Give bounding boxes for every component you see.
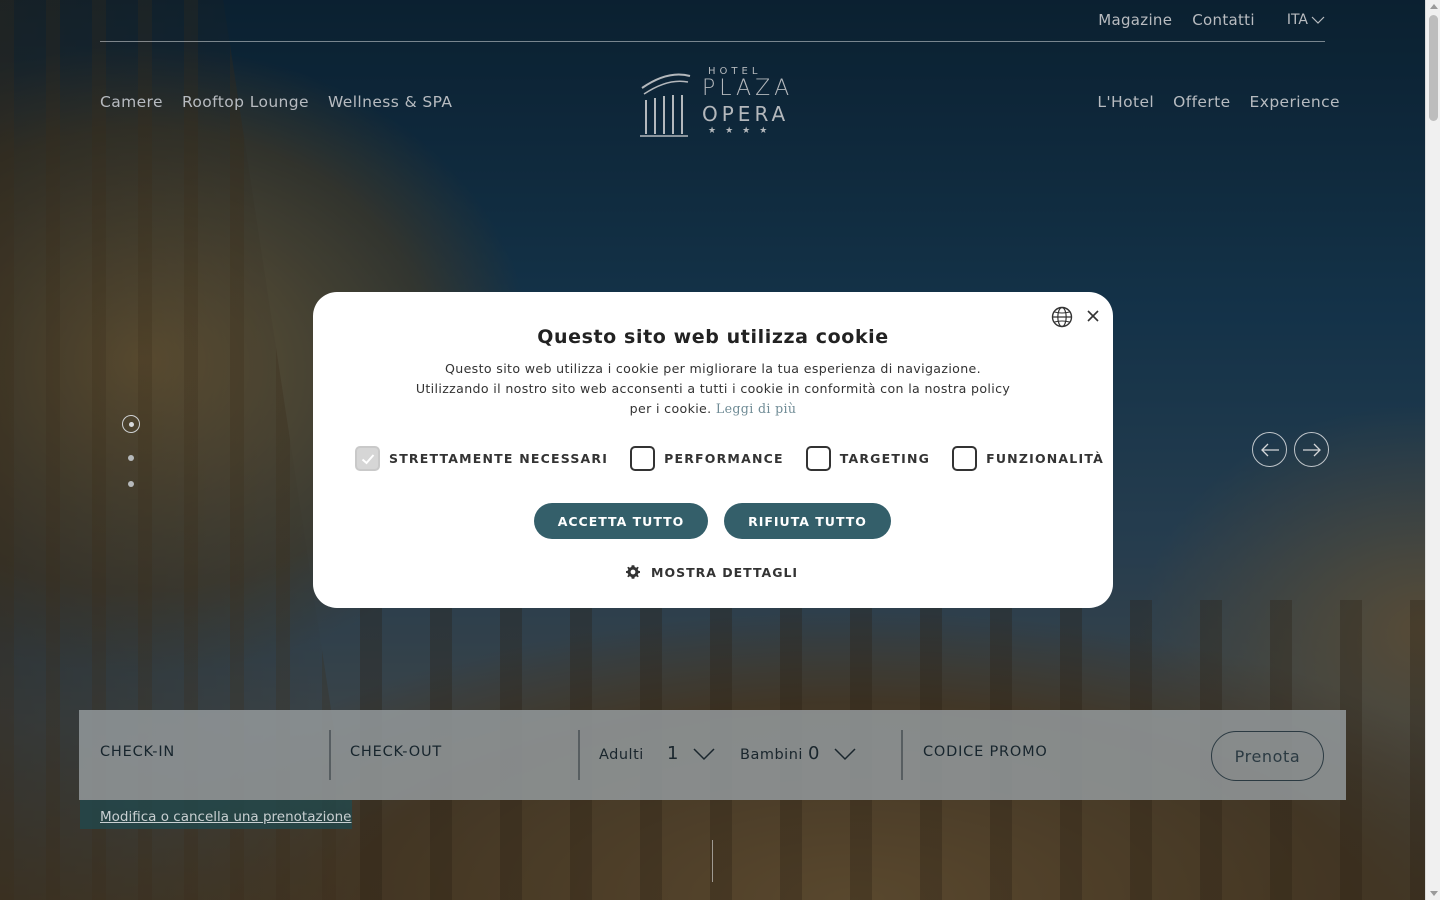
cookie-modal-text: Questo sito web utilizza i cookie per mi… xyxy=(415,361,1011,416)
slider-dot[interactable] xyxy=(128,455,134,461)
nav-rooftop-lounge[interactable]: Rooftop Lounge xyxy=(182,93,309,111)
strictly-necessary-label: STRETTAMENTE NECESSARI xyxy=(389,451,609,466)
slider-dot[interactable] xyxy=(128,481,134,487)
nav-offerte[interactable]: Offerte xyxy=(1173,93,1230,111)
scroll-down-icon[interactable] xyxy=(1430,891,1438,896)
checkin-field[interactable]: CHECK-IN xyxy=(100,744,175,760)
adults-value[interactable]: 1 xyxy=(667,743,678,764)
targeting-checkbox[interactable] xyxy=(805,446,831,471)
checkout-field[interactable]: CHECK-OUT xyxy=(350,744,442,760)
divider xyxy=(901,730,903,780)
slider-dot-active[interactable] xyxy=(122,415,140,433)
adults-label: Adulti xyxy=(599,747,644,763)
performance-checkbox[interactable] xyxy=(630,446,656,471)
gear-icon xyxy=(626,565,640,579)
strictly-necessary-checkbox[interactable] xyxy=(355,446,380,471)
option-targeting: TARGETING xyxy=(805,446,931,471)
chevron-down-icon xyxy=(1311,16,1325,24)
logo-opera-text: OPERA xyxy=(702,102,790,126)
main-nav-right: L'Hotel Offerte Experience xyxy=(1097,93,1340,111)
functionality-label: FUNZIONALITÀ xyxy=(986,451,1104,466)
hotel-logo[interactable]: HOTEL PLAZA OPERA ★★★★ xyxy=(638,64,792,140)
read-more-link[interactable]: Leggi di più xyxy=(716,401,796,416)
arrow-left-icon xyxy=(1260,443,1279,456)
main-nav-left: Camere Rooftop Lounge Wellness & SPA xyxy=(100,93,452,111)
slider-next-button[interactable] xyxy=(1294,432,1329,467)
colonnade-logo-icon xyxy=(640,73,691,137)
cookie-modal-title: Questo sito web utilizza cookie xyxy=(537,326,889,348)
option-functionality: FUNZIONALITÀ xyxy=(952,446,1104,471)
booking-bar: CHECK-IN CHECK-OUT Adulti 1 Bambini 0 CO… xyxy=(79,710,1346,800)
logo-plaza-text: PLAZA xyxy=(702,76,794,101)
logo-stars: ★★★★ xyxy=(708,126,777,136)
adults-chevron-down-icon[interactable] xyxy=(693,747,715,761)
children-label: Bambini xyxy=(740,747,803,763)
globe-icon[interactable] xyxy=(1051,306,1073,328)
scroll-up-icon[interactable] xyxy=(1430,4,1438,9)
nav-camere[interactable]: Camere xyxy=(100,93,163,111)
slider-prev-button[interactable] xyxy=(1252,432,1287,467)
divider xyxy=(578,730,580,780)
modify-booking-link[interactable]: Modifica o cancella una prenotazione xyxy=(100,809,351,825)
arrow-right-icon xyxy=(1302,443,1321,456)
reject-all-button[interactable]: RIFIUTA TUTTO xyxy=(724,503,891,539)
close-icon[interactable] xyxy=(1083,306,1103,326)
magazine-link[interactable]: Magazine xyxy=(1098,11,1172,29)
language-selector[interactable]: ITA xyxy=(1287,12,1325,28)
option-strictly-necessary: STRETTAMENTE NECESSARI xyxy=(355,446,608,471)
nav-wellness-spa[interactable]: Wellness & SPA xyxy=(328,93,452,111)
show-details-button[interactable]: MOSTRA DETTAGLI xyxy=(625,564,798,580)
cookie-modal-body: Questo sito web utilizza i cookie per mi… xyxy=(411,359,1015,419)
scroll-indicator-line xyxy=(712,840,713,882)
slider-arrows xyxy=(1252,432,1329,467)
scrollbar[interactable] xyxy=(1425,0,1440,900)
checkmark-icon xyxy=(361,453,374,464)
nav-experience[interactable]: Experience xyxy=(1250,93,1340,111)
top-links: Magazine Contatti ITA xyxy=(1098,11,1325,29)
nav-hotel[interactable]: L'Hotel xyxy=(1097,93,1154,111)
divider xyxy=(329,730,331,780)
children-value[interactable]: 0 xyxy=(808,743,819,764)
cookie-options: STRETTAMENTE NECESSARI PERFORMANCE TARGE… xyxy=(355,446,1104,471)
top-bar: Magazine Contatti ITA xyxy=(100,0,1325,42)
modify-booking-bar: Modifica o cancella una prenotazione xyxy=(80,800,352,829)
promo-code-field[interactable]: CODICE PROMO xyxy=(923,744,1048,760)
cookie-consent-modal: Questo sito web utilizza cookie Questo s… xyxy=(313,292,1113,608)
prenota-button[interactable]: Prenota xyxy=(1211,731,1324,781)
slider-dots xyxy=(122,415,142,507)
accept-all-button[interactable]: ACCETTA TUTTO xyxy=(534,503,708,539)
targeting-label: TARGETING xyxy=(839,451,931,466)
option-performance: PERFORMANCE xyxy=(630,446,784,471)
children-chevron-down-icon[interactable] xyxy=(834,747,856,761)
contatti-link[interactable]: Contatti xyxy=(1192,11,1255,29)
language-label: ITA xyxy=(1286,12,1308,28)
show-details-label: MOSTRA DETTAGLI xyxy=(651,564,799,580)
functionality-checkbox[interactable] xyxy=(952,446,978,471)
performance-label: PERFORMANCE xyxy=(664,451,784,466)
scrollbar-thumb[interactable] xyxy=(1429,15,1438,121)
